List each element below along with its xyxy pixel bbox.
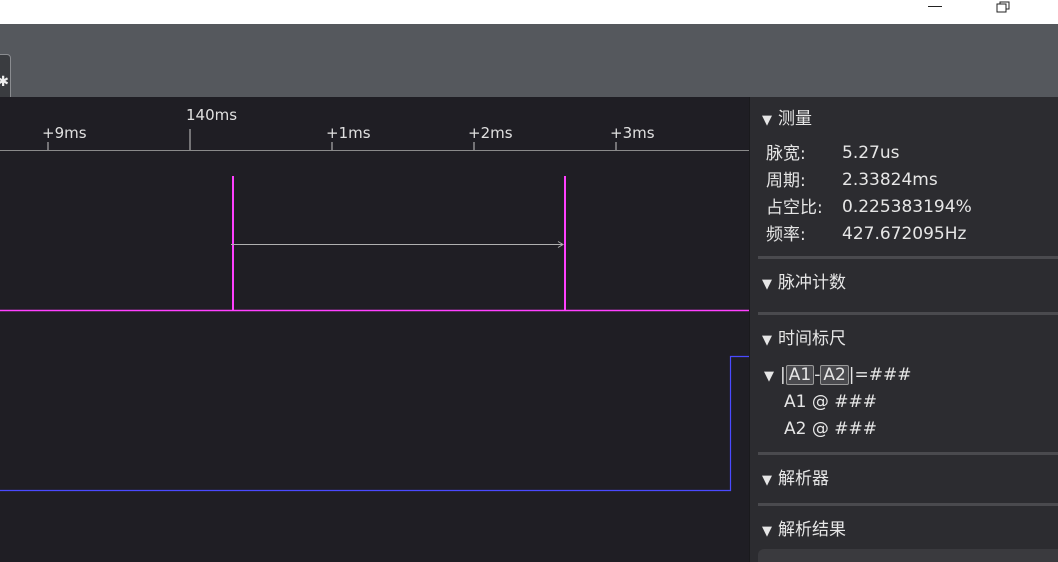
title-bar: [0, 0, 1058, 24]
section-title: 脉冲计数: [778, 273, 846, 293]
abs-bar: |: [780, 365, 786, 385]
section-title: 解析器: [778, 469, 829, 489]
measure-value: 2.33824ms: [842, 170, 938, 190]
waveform-background: [0, 97, 749, 562]
gear-icon: ✱: [0, 74, 9, 90]
ruler-delta-row[interactable]: ▼ | A1- A2 |=###: [764, 365, 912, 387]
section-divider: [758, 312, 1058, 315]
measure-label: 脉宽:: [766, 144, 806, 164]
section-divider: [758, 503, 1058, 506]
cursor-a2-tag[interactable]: A2: [820, 365, 849, 385]
collapse-triangle-icon[interactable]: ▼: [762, 111, 772, 131]
collapse-triangle-icon[interactable]: ▼: [762, 275, 772, 295]
measure-label: 占空比:: [766, 198, 823, 218]
measure-value: 0.225383194%: [842, 197, 972, 217]
measure-label: 周期:: [766, 171, 806, 191]
tick-label: 140ms: [186, 106, 237, 124]
parse-result-list[interactable]: [758, 549, 1058, 562]
collapse-triangle-icon[interactable]: ▼: [764, 367, 774, 387]
section-title: 时间标尺: [778, 329, 846, 349]
minimize-icon[interactable]: [928, 6, 942, 7]
section-measure[interactable]: ▼ 测量: [762, 109, 812, 131]
section-title: 解析结果: [778, 520, 846, 540]
cursor-a1-tag[interactable]: A1: [785, 365, 815, 385]
section-pulse-count[interactable]: ▼ 脉冲计数: [762, 273, 846, 295]
section-time-ruler[interactable]: ▼ 时间标尺: [762, 329, 846, 351]
section-parse-result[interactable]: ▼ 解析结果: [762, 520, 846, 542]
collapse-triangle-icon[interactable]: ▼: [762, 331, 772, 351]
toolbar: ✱: [0, 24, 1058, 114]
cursor-a2-position: A2 @ ###: [784, 419, 877, 439]
measure-value: 427.672095Hz: [842, 224, 967, 244]
collapse-triangle-icon[interactable]: ▼: [762, 471, 772, 491]
tick-label: +9ms: [42, 124, 87, 142]
collapse-triangle-icon[interactable]: ▼: [762, 522, 772, 542]
section-divider: [758, 256, 1058, 259]
measure-value: 5.27us: [842, 143, 900, 163]
cursor-a1-position: A1 @ ###: [784, 392, 877, 412]
tick-label: +1ms: [326, 124, 371, 142]
tick-label: +2ms: [468, 124, 513, 142]
section-parser[interactable]: ▼ 解析器: [762, 469, 829, 491]
delta-result: |=###: [848, 365, 912, 385]
section-divider: [758, 452, 1058, 455]
measure-label: 频率:: [766, 225, 806, 245]
waveform-area[interactable]: +9ms 140ms +1ms +2ms +3ms: [0, 97, 749, 562]
section-title: 测量: [778, 109, 812, 129]
restore-icon[interactable]: [996, 1, 1010, 13]
measurement-panel: ▼ 测量 脉宽: 5.27us 周期: 2.33824ms 占空比: 0.2253…: [749, 97, 1058, 562]
tick-label: +3ms: [610, 124, 655, 142]
